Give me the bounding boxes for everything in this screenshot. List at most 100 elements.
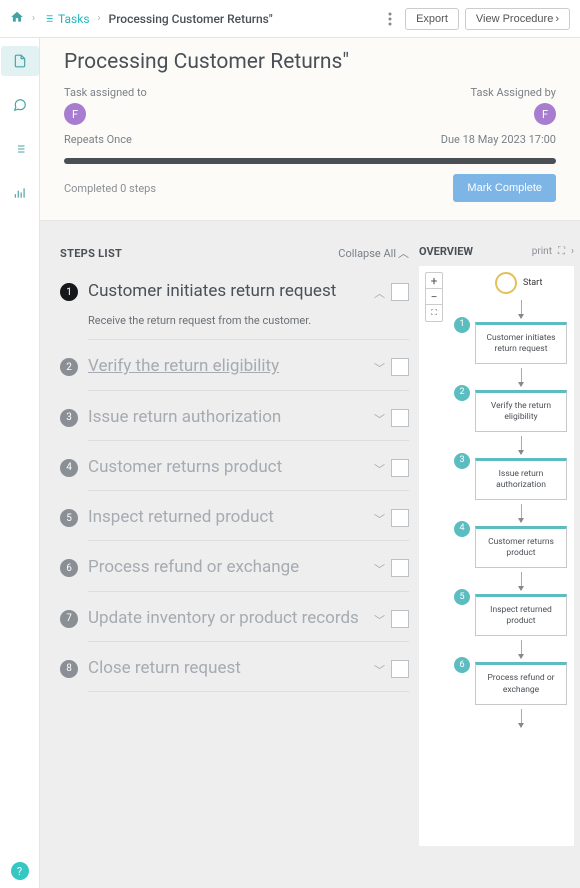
home-icon[interactable] [10,10,24,28]
assigned-by-label: Task Assigned by [471,86,556,99]
chevron-up-icon[interactable]: ︿ [374,285,385,301]
step-number: 3 [60,409,78,427]
breadcrumb: › Tasks › Processing Customer Returns" [10,10,273,28]
overview-title: OVERVIEW [419,245,526,258]
sidebar-item-list[interactable] [1,134,39,164]
step-title[interactable]: Verify the return eligibility [88,356,368,377]
chevron-down-icon[interactable]: ﹀ [374,511,385,527]
step-checkbox[interactable] [391,459,409,477]
assigned-to-label: Task assigned to [64,86,147,99]
sidebar-item-chat[interactable] [1,90,39,120]
chevron-right-icon: › [555,13,559,25]
start-circle-icon [495,272,517,294]
chevron-down-icon[interactable]: ﹀ [374,612,385,628]
steps-panel: STEPS LIST Collapse All ︿ 1 Customer ini… [60,245,409,861]
more-menu-button[interactable] [381,6,399,32]
flow-node[interactable]: 3 Issue return authorization [475,458,567,500]
breadcrumb-tasks[interactable]: Tasks [43,12,90,26]
expand-icon[interactable]: ⛶ [558,246,565,257]
print-button[interactable]: print [532,246,552,257]
zoom-in-button[interactable]: + [426,273,442,289]
chevron-down-icon[interactable]: ﹀ [374,360,385,376]
step-checkbox[interactable] [391,610,409,628]
flow-node[interactable]: 1 Customer initiates return request [475,322,567,364]
flow-node[interactable]: 5 Inspect returned product [475,594,567,636]
step-item: 5 Inspect returned product ﹀ [60,499,409,549]
step-title[interactable]: Issue return authorization [88,407,368,428]
chevron-down-icon[interactable]: ﹀ [374,662,385,678]
flow-node-label: Customer returns product [488,537,554,558]
breadcrumb-tasks-label: Tasks [58,12,90,26]
sidebar-item-document[interactable] [1,46,39,76]
main: Processing Customer Returns" Task assign… [40,38,580,888]
step-number: 2 [60,358,78,376]
step-checkbox[interactable] [391,660,409,678]
progress-bar [64,158,556,164]
task-title: Processing Customer Returns" [64,50,556,74]
step-item: 4 Customer returns product ﹀ [60,449,409,499]
step-checkbox[interactable] [391,559,409,577]
flow-node-label: Verify the return eligibility [491,401,551,422]
mark-complete-button[interactable]: Mark Complete [453,174,556,202]
step-item: 7 Update inventory or product records ﹀ [60,600,409,650]
step-title[interactable]: Close return request [88,658,368,679]
sidebar: ? [0,38,40,888]
flow-node-number: 3 [454,453,470,469]
overview-panel: OVERVIEW print ⛶ › + − ⛶ Start [419,245,574,861]
collapse-all-label: Collapse All [338,247,396,260]
breadcrumb-sep: › [98,13,101,24]
flow-node[interactable]: 6 Process refund or exchange [475,662,567,704]
collapse-all-button[interactable]: Collapse All ︿ [338,245,409,261]
flow-node-label: Process refund or exchange [487,673,554,694]
step-number: 7 [60,610,78,628]
step-number: 8 [60,660,78,678]
step-title[interactable]: Customer returns product [88,457,368,478]
flow-node[interactable]: 2 Verify the return eligibility [475,390,567,432]
zoom-controls: + − ⛶ [425,272,443,322]
flow-node-number: 5 [454,589,470,605]
step-title[interactable]: Update inventory or product records [88,608,368,629]
step-item: 8 Close return request ﹀ [60,650,409,700]
step-number: 6 [60,559,78,577]
help-button[interactable]: ? [11,862,29,880]
step-title[interactable]: Customer initiates return request [88,281,368,302]
flow-node-label: Inspect returned product [490,605,552,626]
completed-count: Completed 0 steps [64,182,156,195]
repeats-label: Repeats Once [64,133,132,146]
step-checkbox[interactable] [391,358,409,376]
flow-node-number: 1 [454,317,470,333]
chevron-down-icon[interactable]: ﹀ [374,461,385,477]
assigned-to-avatar[interactable]: F [64,103,86,125]
task-header: Processing Customer Returns" Task assign… [40,38,580,221]
step-number: 1 [60,283,78,301]
flow-node-number: 6 [454,657,470,673]
step-checkbox[interactable] [391,283,409,301]
step-item: 6 Process refund or exchange ﹀ [60,549,409,599]
flow-node-label: Customer initiates return request [486,333,555,354]
assigned-by-avatar[interactable]: F [534,103,556,125]
chevron-down-icon[interactable]: ﹀ [374,561,385,577]
step-number: 5 [60,509,78,527]
step-title[interactable]: Inspect returned product [88,507,368,528]
chevron-up-icon: ︿ [398,245,409,261]
export-button[interactable]: Export [405,8,459,30]
zoom-fit-button[interactable]: ⛶ [426,305,442,321]
step-description: Receive the return request from the cust… [88,314,409,327]
start-label: Start [523,278,542,288]
topbar-actions: Export View Procedure › [381,6,570,32]
chevron-right-icon[interactable]: › [571,246,574,257]
step-checkbox[interactable] [391,509,409,527]
chevron-down-icon[interactable]: ﹀ [374,411,385,427]
step-title[interactable]: Process refund or exchange [88,557,368,578]
flow-diagram[interactable]: + − ⛶ Start 1 Customer initiates return … [419,266,574,846]
step-item: 1 Customer initiates return request ︿ Re… [60,273,409,348]
flow-node[interactable]: 4 Customer returns product [475,526,567,568]
view-procedure-button[interactable]: View Procedure › [465,8,570,30]
flow-node-label: Issue return authorization [496,469,546,490]
flow-start-node[interactable]: Start [495,272,571,294]
steps-list-title: STEPS LIST [60,247,122,260]
zoom-out-button[interactable]: − [426,289,442,305]
view-procedure-label: View Procedure [476,13,553,25]
sidebar-item-analytics[interactable] [1,178,39,208]
step-checkbox[interactable] [391,409,409,427]
